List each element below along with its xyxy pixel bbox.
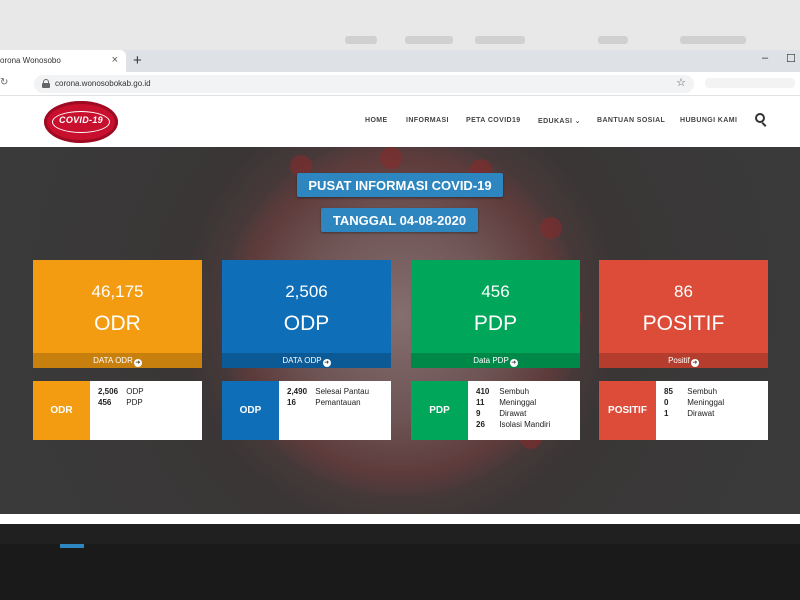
bookmark-star-icon[interactable]: ☆ [676,76,686,89]
detail-odr: ODR 2,506 ODP 456 PDP [33,381,202,440]
blurred-extensions-area [705,78,795,88]
nav-edukasi[interactable]: EDUKASI ⌄ [538,117,581,125]
nav-home[interactable]: HOME [365,117,388,124]
detail-row: 1 Dirawat [664,409,715,418]
footer-accent [60,544,84,548]
card-positif: 86 POSITIF Positif ➜ [599,260,768,368]
site-header: COVID-19 HOME INFORMASI PETA COVID19 EDU… [0,96,800,147]
detail-tag: ODP [222,381,279,440]
nav-informasi[interactable]: INFORMASI [406,117,449,124]
search-icon[interactable] [755,113,768,127]
detail-row: 16 Pemantauan [287,398,361,407]
card-value: 456 [481,282,510,301]
nav-bantuan-sosial[interactable]: BANTUAN SOSIAL [597,117,665,124]
detail-row: 2,490 Selesai Pantau [287,387,370,396]
footer-section [0,524,800,600]
arrow-right-icon: ➜ [690,359,699,367]
url-text: corona.wonosobokab.go.id [55,79,151,88]
browser-tab-bar: orona Wonosobo × + – ☐ [0,50,800,72]
card-pdp: 456 PDP Data PDP ➜ [411,260,580,368]
arrow-right-icon: ➜ [322,359,331,367]
detail-positif: POSITIF 85 Sembuh 0 Meninggal 1 Dirawat [599,381,768,440]
detail-row: 2,506 ODP [98,387,144,396]
detail-row: 85 Sembuh [664,387,718,396]
arrow-right-icon: ➜ [509,359,518,367]
minimize-icon[interactable]: – [762,52,768,64]
card-value: 2,506 [285,282,328,301]
detail-row: 0 Meninggal [664,398,725,407]
lock-icon [42,79,50,88]
card-value: 46,175 [91,282,144,301]
close-tab-icon[interactable]: × [112,54,118,66]
card-label: PDP [473,312,518,335]
detail-row: 9 Dirawat [476,409,527,418]
new-tab-button[interactable]: + [133,52,142,69]
card-label: ODR [94,312,141,335]
card-link-data-odp[interactable]: DATA ODP ➜ [222,353,391,368]
card-link-data-odr[interactable]: DATA ODR ➜ [33,353,202,368]
hero-date: TANGGAL 04-08-2020 [321,208,478,232]
browser-tab[interactable]: orona Wonosobo × [0,50,126,72]
hero-section: PUSAT INFORMASI COVID-19 TANGGAL 04-08-2… [0,147,800,514]
detail-tag: ODR [33,381,90,440]
detail-row: 26 Isolasi Mandiri [476,420,551,429]
browser-address-bar: ↻ corona.wonosobokab.go.id ☆ [0,72,800,96]
covid-logo[interactable]: COVID-19 [44,101,118,143]
card-value: 86 [674,282,693,301]
maximize-icon[interactable]: ☐ [786,52,796,65]
card-link-positif[interactable]: Positif ➜ [599,353,768,368]
detail-row: 410 Sembuh [476,387,530,396]
hero-title: PUSAT INFORMASI COVID-19 [297,173,503,197]
blurred-top-strip [0,0,800,50]
tab-title: orona Wonosobo [0,56,61,65]
detail-tag: POSITIF [599,381,656,440]
logo-text: COVID-19 [59,115,103,125]
section-divider [0,514,800,524]
url-input[interactable]: corona.wonosobokab.go.id ☆ [34,75,694,93]
nav-peta-covid19[interactable]: PETA COVID19 [466,117,521,124]
reload-icon[interactable]: ↻ [0,77,8,88]
detail-row: 456 PDP [98,398,143,407]
card-link-data-pdp[interactable]: Data PDP ➜ [411,353,580,368]
detail-odp: ODP 2,490 Selesai Pantau 16 Pemantauan [222,381,391,440]
detail-row: 11 Meninggal [476,398,537,407]
card-odr: 46,175 ODR DATA ODR ➜ [33,260,202,368]
nav-hubungi-kami[interactable]: HUBUNGI KAMI [680,117,737,124]
card-label: ODP [283,312,330,335]
detail-pdp: PDP 410 Sembuh 11 Meninggal 9 Dirawat 26… [411,381,580,440]
arrow-right-icon: ➜ [133,359,142,367]
card-odp: 2,506 ODP DATA ODP ➜ [222,260,391,368]
detail-tag: PDP [411,381,468,440]
card-label: POSITIF [642,312,725,335]
